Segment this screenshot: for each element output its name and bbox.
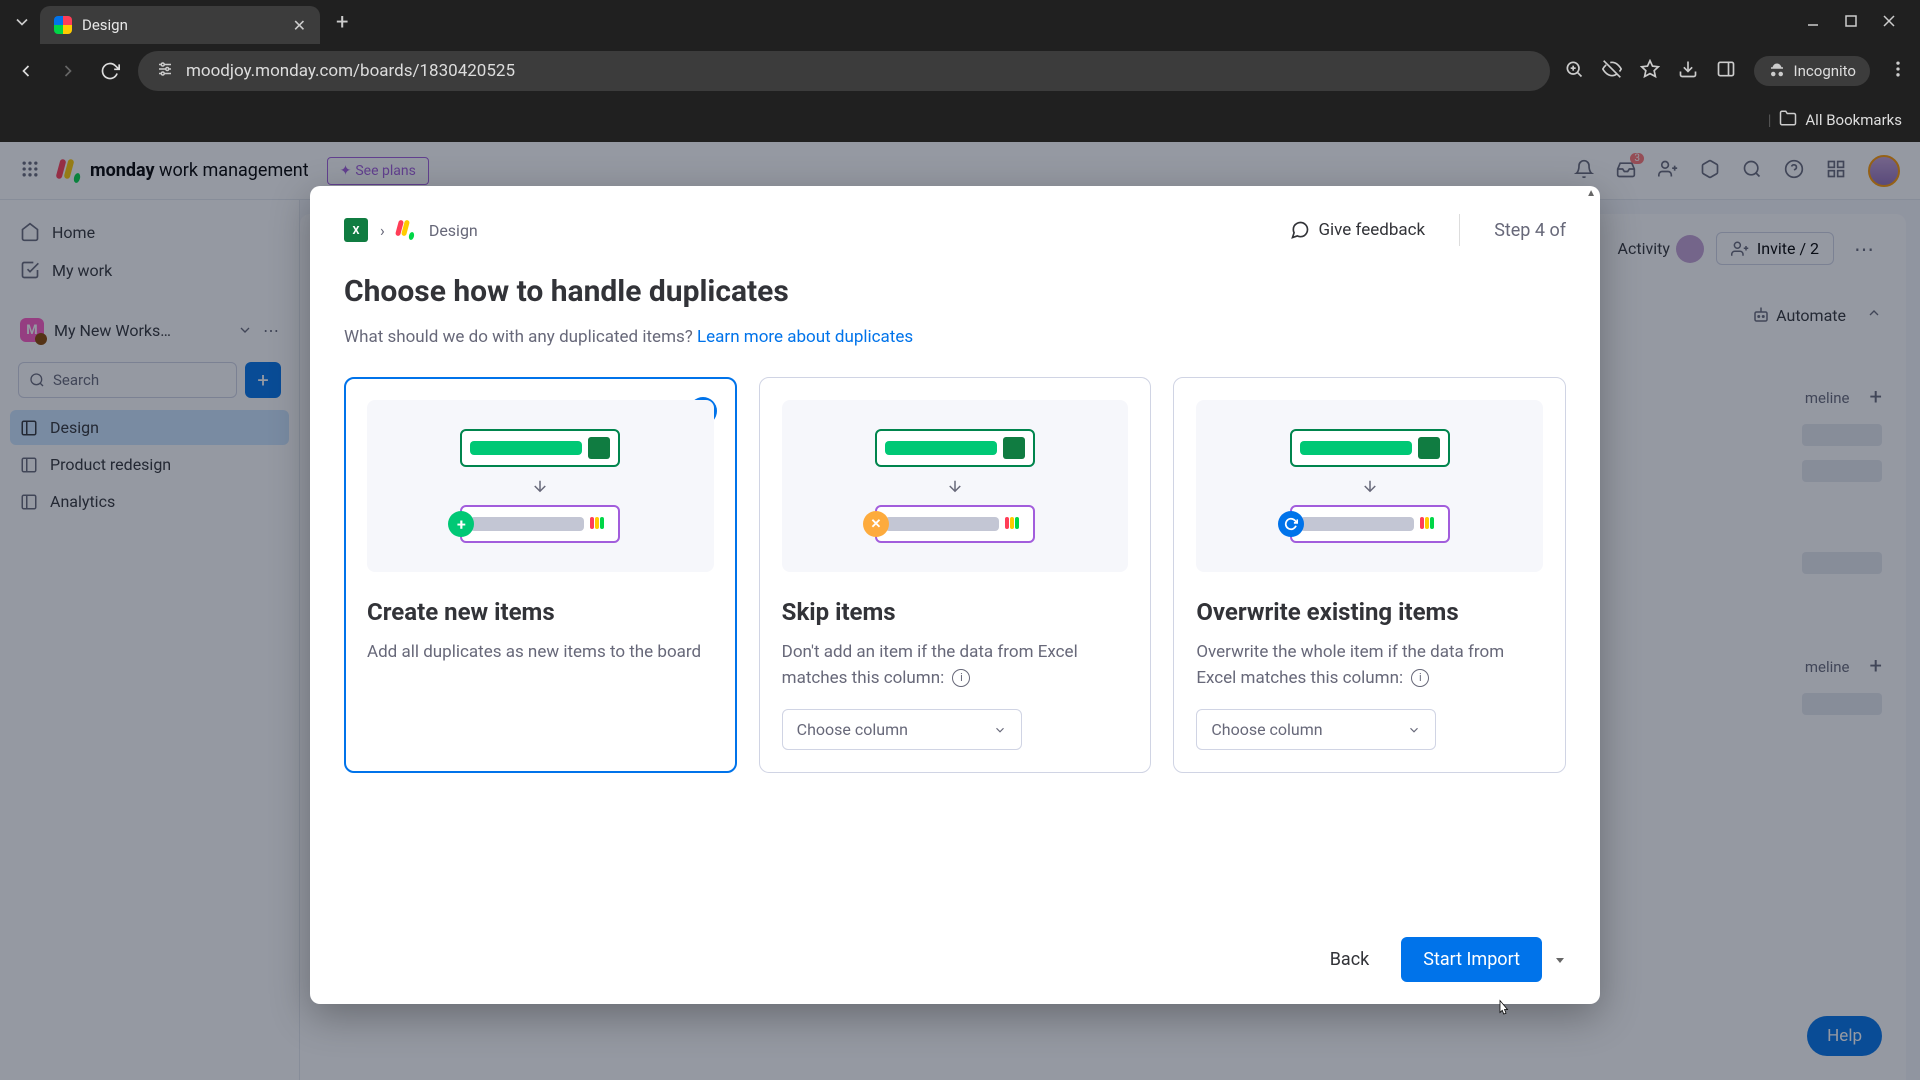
browser-tab[interactable]: Design ✕ <box>40 6 320 44</box>
info-icon[interactable]: i <box>952 669 970 687</box>
eye-off-icon[interactable] <box>1602 59 1622 83</box>
kebab-icon[interactable] <box>1888 59 1908 83</box>
close-window-icon[interactable] <box>1882 13 1896 32</box>
folder-icon <box>1779 109 1797 131</box>
chevron-down-icon <box>1407 723 1421 737</box>
download-icon[interactable] <box>1678 59 1698 83</box>
select-placeholder: Choose column <box>797 720 908 739</box>
card-create-new[interactable]: + Create new items Add all duplicates as… <box>344 377 737 773</box>
new-tab-button[interactable]: + <box>324 10 360 35</box>
scroll-down-icon[interactable] <box>1554 954 1566 966</box>
card-illustration: + <box>367 400 714 572</box>
browser-chrome: Design ✕ + mood <box>0 0 1920 142</box>
import-modal: X › Design Give feedback Step 4 of Choos… <box>310 186 1600 1004</box>
chrome-icons: Incognito <box>1564 56 1908 86</box>
step-indicator: Step 4 of <box>1494 220 1566 241</box>
tab-list-dropdown[interactable] <box>8 8 36 36</box>
learn-more-link[interactable]: Learn more about duplicates <box>697 327 913 347</box>
column-select-skip[interactable]: Choose column <box>782 709 1022 750</box>
favicon-icon <box>54 16 72 34</box>
reload-button[interactable] <box>96 57 124 85</box>
card-illustration <box>1196 400 1543 572</box>
info-icon[interactable]: i <box>1411 669 1429 687</box>
card-title: Skip items <box>782 598 1129 626</box>
modal-title: Choose how to handle duplicates <box>344 274 1566 309</box>
forward-button[interactable] <box>54 57 82 85</box>
chevron-down-icon <box>993 723 1007 737</box>
incognito-label: Incognito <box>1794 62 1856 80</box>
option-cards: + Create new items Add all duplicates as… <box>344 377 1566 773</box>
card-desc: Add all duplicates as new items to the b… <box>367 640 714 666</box>
card-desc: Overwrite the whole item if the data fro… <box>1196 640 1543 691</box>
modal-subtitle: What should we do with any duplicated it… <box>344 327 1566 347</box>
incognito-badge[interactable]: Incognito <box>1754 56 1870 86</box>
back-button[interactable] <box>12 57 40 85</box>
window-controls <box>1806 13 1912 32</box>
modal-header: X › Design Give feedback Step 4 of <box>344 214 1566 246</box>
card-desc: Don't add an item if the data from Excel… <box>782 640 1129 691</box>
card-title: Overwrite existing items <box>1196 598 1543 626</box>
card-overwrite[interactable]: Overwrite existing items Overwrite the w… <box>1173 377 1566 773</box>
select-placeholder: Choose column <box>1211 720 1322 739</box>
maximize-icon[interactable] <box>1844 13 1858 32</box>
card-illustration: ✕ <box>782 400 1129 572</box>
card-title: Create new items <box>367 598 714 626</box>
chat-icon <box>1290 220 1310 240</box>
nav-bar: moodjoy.monday.com/boards/1830420525 Inc… <box>0 44 1920 98</box>
all-bookmarks-button[interactable]: All Bookmarks <box>1805 111 1902 129</box>
subtitle-text: What should we do with any duplicated it… <box>344 327 697 347</box>
minimize-icon[interactable] <box>1806 13 1820 32</box>
card-skip[interactable]: ✕ Skip items Don't add an item if the da… <box>759 377 1152 773</box>
url-text: moodjoy.monday.com/boards/1830420525 <box>186 61 1532 81</box>
close-tab-icon[interactable]: ✕ <box>293 16 306 35</box>
chevron-right-icon: › <box>380 221 385 240</box>
tab-bar: Design ✕ + <box>0 0 1920 44</box>
app-root: monday work management ✦ See plans 3 Hom… <box>0 142 1920 1080</box>
site-controls-icon[interactable] <box>156 60 174 83</box>
breadcrumb-board: Design <box>429 221 478 240</box>
start-import-button[interactable]: Start Import <box>1401 937 1542 982</box>
modal-body: X › Design Give feedback Step 4 of Choos… <box>310 186 1600 921</box>
modal-footer: Back Start Import <box>310 921 1600 1004</box>
give-feedback-button[interactable]: Give feedback <box>1290 220 1425 240</box>
column-select-overwrite[interactable]: Choose column <box>1196 709 1436 750</box>
excel-icon: X <box>344 218 368 242</box>
address-bar[interactable]: moodjoy.monday.com/boards/1830420525 <box>138 51 1550 91</box>
bookmark-bar: | All Bookmarks <box>0 98 1920 142</box>
scroll-up-icon[interactable]: ▲ <box>1586 188 1596 199</box>
back-button[interactable]: Back <box>1310 939 1390 980</box>
tab-title: Design <box>82 16 283 34</box>
star-icon[interactable] <box>1640 59 1660 83</box>
divider <box>1459 214 1460 246</box>
feedback-label: Give feedback <box>1318 220 1425 240</box>
monday-icon <box>397 220 417 240</box>
zoom-icon[interactable] <box>1564 59 1584 83</box>
sidepanel-icon[interactable] <box>1716 59 1736 83</box>
